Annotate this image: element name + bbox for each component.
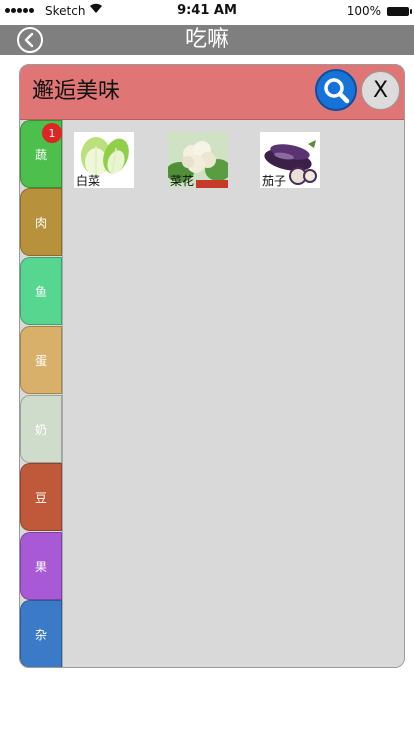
nav-title: 吃嘛	[184, 27, 229, 52]
tab-meat[interactable]: 肉	[20, 188, 62, 256]
tab-dairy[interactable]: 奶	[20, 395, 62, 463]
nav-bar: 吃嘛	[0, 25, 414, 55]
tab-label: 杂	[34, 627, 47, 642]
food-label: 白菜	[76, 174, 101, 188]
tab-misc[interactable]: 杂	[20, 600, 62, 667]
tab-label: 肉	[34, 215, 47, 230]
tab-label: 鱼	[34, 284, 47, 299]
tab-label: 豆	[34, 490, 47, 505]
tab-vegetables[interactable]: 蔬 1	[20, 120, 62, 188]
tab-fruit[interactable]: 果	[20, 532, 62, 600]
tab-beans[interactable]: 豆	[20, 463, 62, 531]
food-panel: 邂逅美味 X 蔬 1 肉 鱼 蛋 奶 豆 果 杂 白菜 菜花 茄子	[19, 64, 405, 668]
panel-header: 邂逅美味 X	[20, 65, 404, 120]
tab-label: 果	[34, 559, 47, 574]
tab-fish[interactable]: 鱼	[20, 257, 62, 325]
food-label: 菜花	[170, 174, 195, 188]
tab-label: 蔬	[34, 147, 47, 162]
tab-label: 奶	[34, 422, 47, 437]
notification-badge: 1	[42, 123, 62, 143]
status-bar: Sketch 9:41 AM 100%	[0, 0, 414, 25]
food-item-eggplant[interactable]: 茄子	[260, 132, 320, 188]
category-tabs: 蔬 1 肉 鱼 蛋 奶 豆 果 杂	[20, 120, 62, 667]
search-icon	[324, 78, 350, 104]
food-item-cabbage[interactable]: 白菜	[74, 132, 134, 188]
back-arrow-icon	[24, 32, 34, 48]
back-button[interactable]	[17, 27, 43, 53]
tab-eggs[interactable]: 蛋	[20, 326, 62, 394]
close-button[interactable]: X	[361, 71, 400, 110]
food-label: 茄子	[262, 174, 287, 188]
food-grid: 白菜 菜花 茄子	[62, 120, 404, 667]
battery-percent: 100%	[346, 4, 381, 18]
tab-label: 蛋	[34, 353, 47, 368]
battery-icon	[387, 7, 412, 16]
panel-title: 邂逅美味	[32, 79, 121, 104]
food-item-cauliflower[interactable]: 菜花	[168, 132, 228, 188]
search-button[interactable]	[315, 69, 357, 111]
